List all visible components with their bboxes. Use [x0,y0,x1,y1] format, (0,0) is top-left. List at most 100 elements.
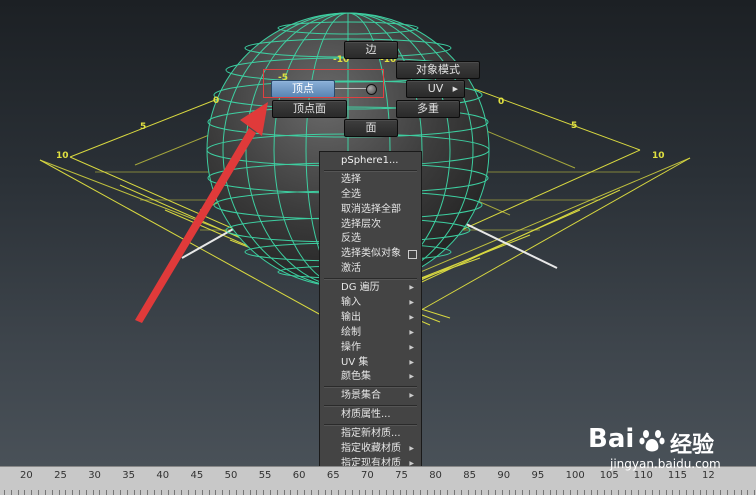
context-menu-item[interactable]: 全选 [320,188,421,203]
timeline-tick [666,490,667,495]
timeline-tick [24,490,25,495]
watermark-brand-cn: 经验 [670,433,715,458]
timeline-tick [161,490,162,495]
menu-separator [324,405,417,408]
paw-icon [639,430,665,452]
maya-viewport[interactable]: 10 5 0 -5 -10 -10 0 5 10 边 对象模式 顶点 UV ▶ … [0,0,756,495]
timeline-tick [352,490,353,495]
context-menu-item[interactable]: 选择类似对象 [320,247,421,262]
marking-menu-edge-button[interactable]: 边 [344,41,398,59]
marking-menu-multi-button[interactable]: 多重 [396,100,460,118]
menu-item-label: 输出 [341,311,361,323]
menu-separator [324,386,417,389]
timeline-tick [713,490,714,495]
context-menu-item[interactable]: 选择层次 [320,218,421,233]
timeline-tick [99,490,100,495]
menu-item-label: 反选 [341,233,361,245]
timeline-tick [440,490,441,495]
timeline-tick [454,490,455,495]
watermark-brand: Bai [588,424,635,454]
submenu-arrow-icon: ▶ [409,358,414,366]
timeline-tick [222,490,223,495]
timeline-tick [481,490,482,495]
marking-menu-uv-button[interactable]: UV ▶ [406,80,465,98]
timeline-tick [638,490,639,495]
context-menu-item[interactable]: 颜色集 ▶ [320,370,421,385]
timeline-tick [618,490,619,495]
timeline-tick [236,490,237,495]
menu-item-label: 指定收藏材质 [341,443,401,455]
mm-label: UV [427,82,444,95]
timeline-tick [720,490,721,495]
marking-menu-face-button[interactable]: 面 [344,119,398,137]
context-menu-item[interactable]: 绘制 ▶ [320,326,421,341]
submenu-arrow-icon: ▶ [409,343,414,351]
context-menu-item[interactable]: 激活 [320,262,421,277]
timeline-tick [365,490,366,495]
timeline-tick [529,490,530,495]
context-menu-item[interactable]: 输入 ▶ [320,296,421,311]
context-menu-item[interactable]: 输出 ▶ [320,311,421,326]
option-box-icon[interactable] [408,250,417,260]
timeline-frame-label: 75 [395,470,408,481]
menu-separator [324,278,417,281]
timeline-tick [584,490,585,495]
timeline-tick [495,490,496,495]
grid-label: 0 [213,96,219,106]
timeline-tick [325,490,326,495]
timeline-tick [52,490,53,495]
timeline-frame-label: 85 [463,470,477,481]
timeline-tick [65,490,66,495]
grid-label: 5 [140,122,146,132]
context-menu-item[interactable]: 指定收藏材质 ▶ [320,442,421,457]
submenu-arrow-icon: ▶ [409,313,414,321]
timeline-tick [11,490,12,495]
timeline-tick [331,490,332,495]
timeline-tick [734,490,735,495]
timeline-frame-label: 70 [361,470,374,481]
mm-label: 面 [365,121,377,134]
timeline-tick [406,490,407,495]
context-menu-item[interactable]: 操作 ▶ [320,341,421,356]
context-menu-item[interactable]: 指定新材质... [320,427,421,442]
timeline-tick [372,490,373,495]
timeline-tick [379,490,380,495]
timeline-tick [318,490,319,495]
context-menu-item[interactable]: 场景集合 ▶ [320,389,421,404]
menu-item-label: 指定新材质... [341,428,401,440]
timeline-tick [243,490,244,495]
timeline-tick [611,490,612,495]
timeline-frame-label: 90 [497,470,511,481]
timeline-frame-label: 40 [156,470,170,481]
context-menu-item[interactable]: 选择 [320,173,421,188]
timeline-tick [577,490,578,495]
timeline-tick [515,490,516,495]
mm-label: 边 [365,43,377,56]
timeline-tick [502,490,503,495]
timeline-tick [447,490,448,495]
timeline-tick [270,490,271,495]
timeline-frame-label: 25 [54,470,67,481]
timeline-tick [563,490,564,495]
timeline-tick [420,490,421,495]
timeline-tick [174,490,175,495]
timeline-tick [645,490,646,495]
menu-separator [324,169,417,172]
timeline-tick [597,490,598,495]
marking-menu-object-mode-button[interactable]: 对象模式 [396,61,480,79]
timeline-tick [290,490,291,495]
context-menu[interactable]: pSphere1... 选择 全选 取消选择全部 选择层次 反选选择类似对象 激活 DG 遍… [319,151,422,495]
context-menu-item[interactable]: UV 集 ▶ [320,356,421,371]
submenu-arrow-icon: ▶ [409,392,414,400]
timeline-frame-label: 80 [429,470,442,481]
context-menu-title: pSphere1... [341,155,399,166]
timeline-tick [345,490,346,495]
timeline-tick [140,490,141,495]
marking-menu-vertex-face-button[interactable]: 顶点面 [272,100,347,118]
context-menu-item[interactable]: DG 遍历 ▶ [320,281,421,296]
context-menu-item[interactable]: 材质属性... [320,408,421,423]
timeline-tick [550,490,551,495]
context-menu-item[interactable]: 取消选择全部 [320,203,421,218]
context-menu-item[interactable]: 反选 [320,232,421,247]
timeline-tick [434,490,435,495]
